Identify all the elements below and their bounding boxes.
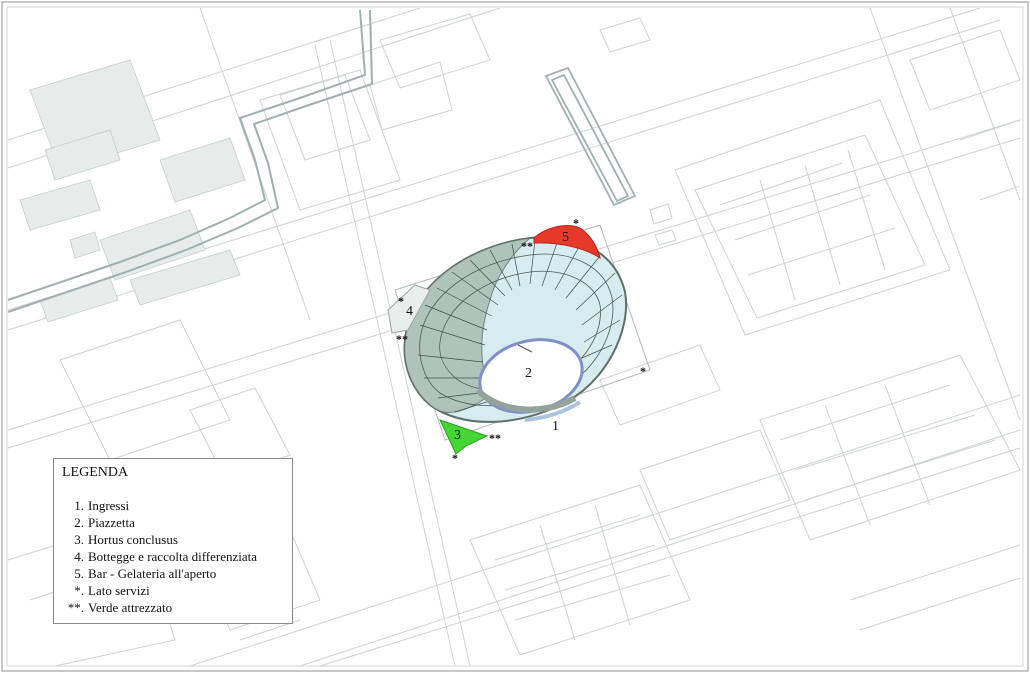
marker-verde-hortus: ** <box>489 431 501 445</box>
amphitheatre <box>403 236 628 423</box>
legend-key: 2. <box>74 515 84 530</box>
legend-key: **. <box>67 600 84 615</box>
legend-title: LEGENDA <box>62 465 129 480</box>
legend-text: Piazzetta <box>88 515 135 530</box>
marker-verde-botteghe: ** <box>396 332 408 346</box>
legend-key: 1. <box>74 498 84 513</box>
legend-text: Bottegge e raccolta differenziata <box>88 549 258 564</box>
legend-text: Hortus conclusus <box>88 532 178 547</box>
legend-item: *. Lato servizi <box>62 582 284 599</box>
legend-item: 4. Bottegge e raccolta differenziata <box>62 548 284 565</box>
legend-item: **. Verde attrezzato <box>62 599 284 616</box>
marker-servizi-botteghe: * <box>398 294 404 308</box>
hortus-area <box>439 419 489 455</box>
legend-key: *. <box>74 583 84 598</box>
marker-servizi-hortus: * <box>452 451 458 465</box>
legend-box: LEGENDA 1. Ingressi 2. Piazzetta 3. Hortus … <box>53 458 293 624</box>
label-piazzetta: 2 <box>525 366 532 381</box>
legend-text: Lato servizi <box>88 583 150 598</box>
marker-servizi-east: * <box>640 364 646 378</box>
legend-key: 4. <box>74 549 84 564</box>
label-hortus: 3 <box>454 428 461 443</box>
legend-key: 3. <box>74 532 84 547</box>
legend-text: Ingressi <box>88 498 130 513</box>
long-building <box>544 66 637 207</box>
legend-key: 5. <box>74 566 84 581</box>
label-bar: 5 <box>562 230 569 245</box>
legend-list: 1. Ingressi 2. Piazzetta 3. Hortus conclusu… <box>62 497 284 616</box>
legend-text: Bar - Gelateria all'aperto <box>88 566 217 581</box>
legend-item: 5. Bar - Gelateria all'aperto <box>62 565 284 582</box>
site-plan-map: 1 2 3 4 5 * ** * ** * ** * LEGENDA 1. Ing… <box>0 0 1030 673</box>
legend-text: Verde attrezzato <box>88 600 173 615</box>
legend-item: 1. Ingressi <box>62 497 284 514</box>
marker-verde-bar: ** <box>521 239 533 253</box>
marker-servizi-bar: * <box>573 216 579 230</box>
legend-item: 3. Hortus conclusus <box>62 531 284 548</box>
legend-item: 2. Piazzetta <box>62 514 284 531</box>
industrial-block <box>19 59 246 323</box>
label-ingressi: 1 <box>552 419 559 434</box>
label-botteghe: 4 <box>406 304 413 319</box>
